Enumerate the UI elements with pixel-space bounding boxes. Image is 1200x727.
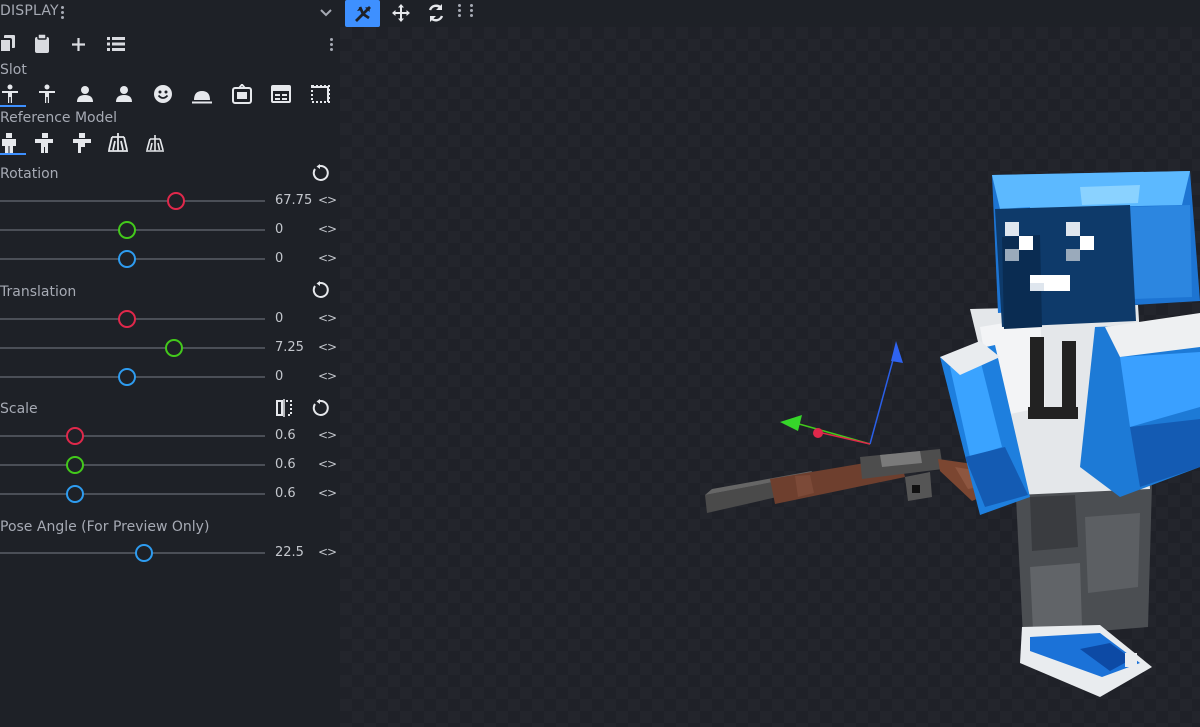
- scale-x-arrows[interactable]: <>: [318, 428, 337, 442]
- rotation-z-arrows[interactable]: <>: [318, 251, 337, 265]
- rotation-x-knob[interactable]: [167, 192, 185, 210]
- scale-y-slider[interactable]: [0, 464, 265, 466]
- gui-icon[interactable]: [271, 85, 291, 103]
- rotation-y-value[interactable]: 0: [275, 222, 283, 237]
- translation-x-arrows[interactable]: <>: [318, 311, 337, 325]
- mirror-icon[interactable]: [275, 399, 293, 417]
- pose-angle-knob[interactable]: [135, 544, 153, 562]
- scale-x-knob[interactable]: [66, 427, 84, 445]
- translation-z-value[interactable]: 0: [275, 369, 283, 384]
- translation-y-value[interactable]: 7.25: [275, 340, 304, 355]
- paste-icon[interactable]: [34, 34, 50, 53]
- pose-angle-label: Pose Angle (For Preview Only): [0, 519, 210, 535]
- list-icon[interactable]: [107, 37, 125, 51]
- thirdperson-lefthand-icon[interactable]: [37, 84, 57, 104]
- toolbar-menu-icon[interactable]: [330, 38, 333, 53]
- rotate-icon[interactable]: [427, 3, 445, 23]
- panel-toolbar: [0, 34, 340, 56]
- rotation-x-arrows[interactable]: <>: [318, 193, 337, 207]
- viewport-menu-icon-b[interactable]: [470, 4, 473, 19]
- panel-title: DISPLAY: [0, 3, 59, 19]
- scale-x-slider[interactable]: [0, 435, 265, 437]
- reference-model-label: Reference Model: [0, 110, 117, 126]
- translation-z-knob[interactable]: [118, 368, 136, 386]
- display-panel: DISPLAY Slot Reference Model Rotation 67…: [0, 0, 340, 727]
- zombie-icon[interactable]: [35, 133, 53, 153]
- scale-reset-icon[interactable]: [311, 399, 329, 417]
- copy-icon[interactable]: [0, 35, 16, 53]
- rotation-label: Rotation: [0, 166, 59, 182]
- rotation-z-knob[interactable]: [118, 250, 136, 268]
- scale-x-value[interactable]: 0.6: [275, 428, 296, 443]
- add-icon[interactable]: [71, 37, 86, 52]
- translation-x-value[interactable]: 0: [275, 311, 283, 326]
- item-frame-icon[interactable]: [232, 84, 252, 104]
- gizmo-button[interactable]: [345, 0, 380, 27]
- viewport-menu-icon-a[interactable]: [458, 4, 461, 19]
- pose-angle-arrows[interactable]: <>: [318, 545, 337, 559]
- rotation-y-knob[interactable]: [118, 221, 136, 239]
- pose-angle-slider[interactable]: [0, 552, 265, 554]
- scene-canvas[interactable]: [340, 27, 1200, 727]
- slot-selected-indicator: [0, 105, 26, 107]
- ground-icon[interactable]: [192, 88, 212, 104]
- scale-y-value[interactable]: 0.6: [275, 457, 296, 472]
- panel-menu-icon[interactable]: [61, 6, 64, 21]
- firstperson-righthand-icon[interactable]: [76, 85, 94, 103]
- firstperson-lefthand-icon[interactable]: [115, 85, 133, 103]
- armor-stand-small-icon[interactable]: [108, 133, 128, 153]
- translation-label: Translation: [0, 284, 77, 300]
- translation-y-knob[interactable]: [165, 339, 183, 357]
- viewport-toolbar: [340, 0, 1200, 27]
- rotation-reset-icon[interactable]: [311, 164, 329, 182]
- scale-z-value[interactable]: 0.6: [275, 486, 296, 501]
- rotation-y-arrows[interactable]: <>: [318, 222, 337, 236]
- player-icon[interactable]: [0, 133, 18, 153]
- translation-y-arrows[interactable]: <>: [318, 340, 337, 354]
- rotation-z-value[interactable]: 0: [275, 251, 283, 266]
- slot-label: Slot: [0, 62, 27, 78]
- pose-angle-value[interactable]: 22.5: [275, 545, 304, 560]
- slot-selector: [0, 82, 340, 108]
- armor-stand-icon[interactable]: [73, 133, 91, 153]
- panel-header: DISPLAY: [0, 0, 340, 24]
- translation-x-knob[interactable]: [118, 310, 136, 328]
- translation-y-slider[interactable]: [0, 347, 265, 349]
- model-selected-indicator: [0, 153, 26, 155]
- armor-stand-alt-icon[interactable]: [146, 135, 164, 153]
- scale-z-knob[interactable]: [66, 485, 84, 503]
- scale-z-slider[interactable]: [0, 493, 265, 495]
- head-icon[interactable]: [153, 84, 173, 104]
- rotation-x-slider[interactable]: [0, 200, 265, 202]
- gizmo-icon: [355, 6, 371, 22]
- reference-model-selector: [0, 131, 340, 157]
- scale-z-arrows[interactable]: <>: [318, 486, 337, 500]
- move-icon[interactable]: [391, 3, 411, 23]
- thirdperson-righthand-icon[interactable]: [0, 84, 20, 104]
- translation-z-arrows[interactable]: <>: [318, 369, 337, 383]
- scale-y-arrows[interactable]: <>: [318, 457, 337, 471]
- 3d-viewport[interactable]: [340, 0, 1200, 727]
- scale-y-knob[interactable]: [66, 456, 84, 474]
- rotation-x-value[interactable]: 67.75: [275, 193, 312, 208]
- fixed-icon[interactable]: [311, 85, 330, 103]
- translation-reset-icon[interactable]: [311, 281, 329, 299]
- scale-label: Scale: [0, 401, 38, 417]
- chevron-down-icon[interactable]: [318, 4, 334, 20]
